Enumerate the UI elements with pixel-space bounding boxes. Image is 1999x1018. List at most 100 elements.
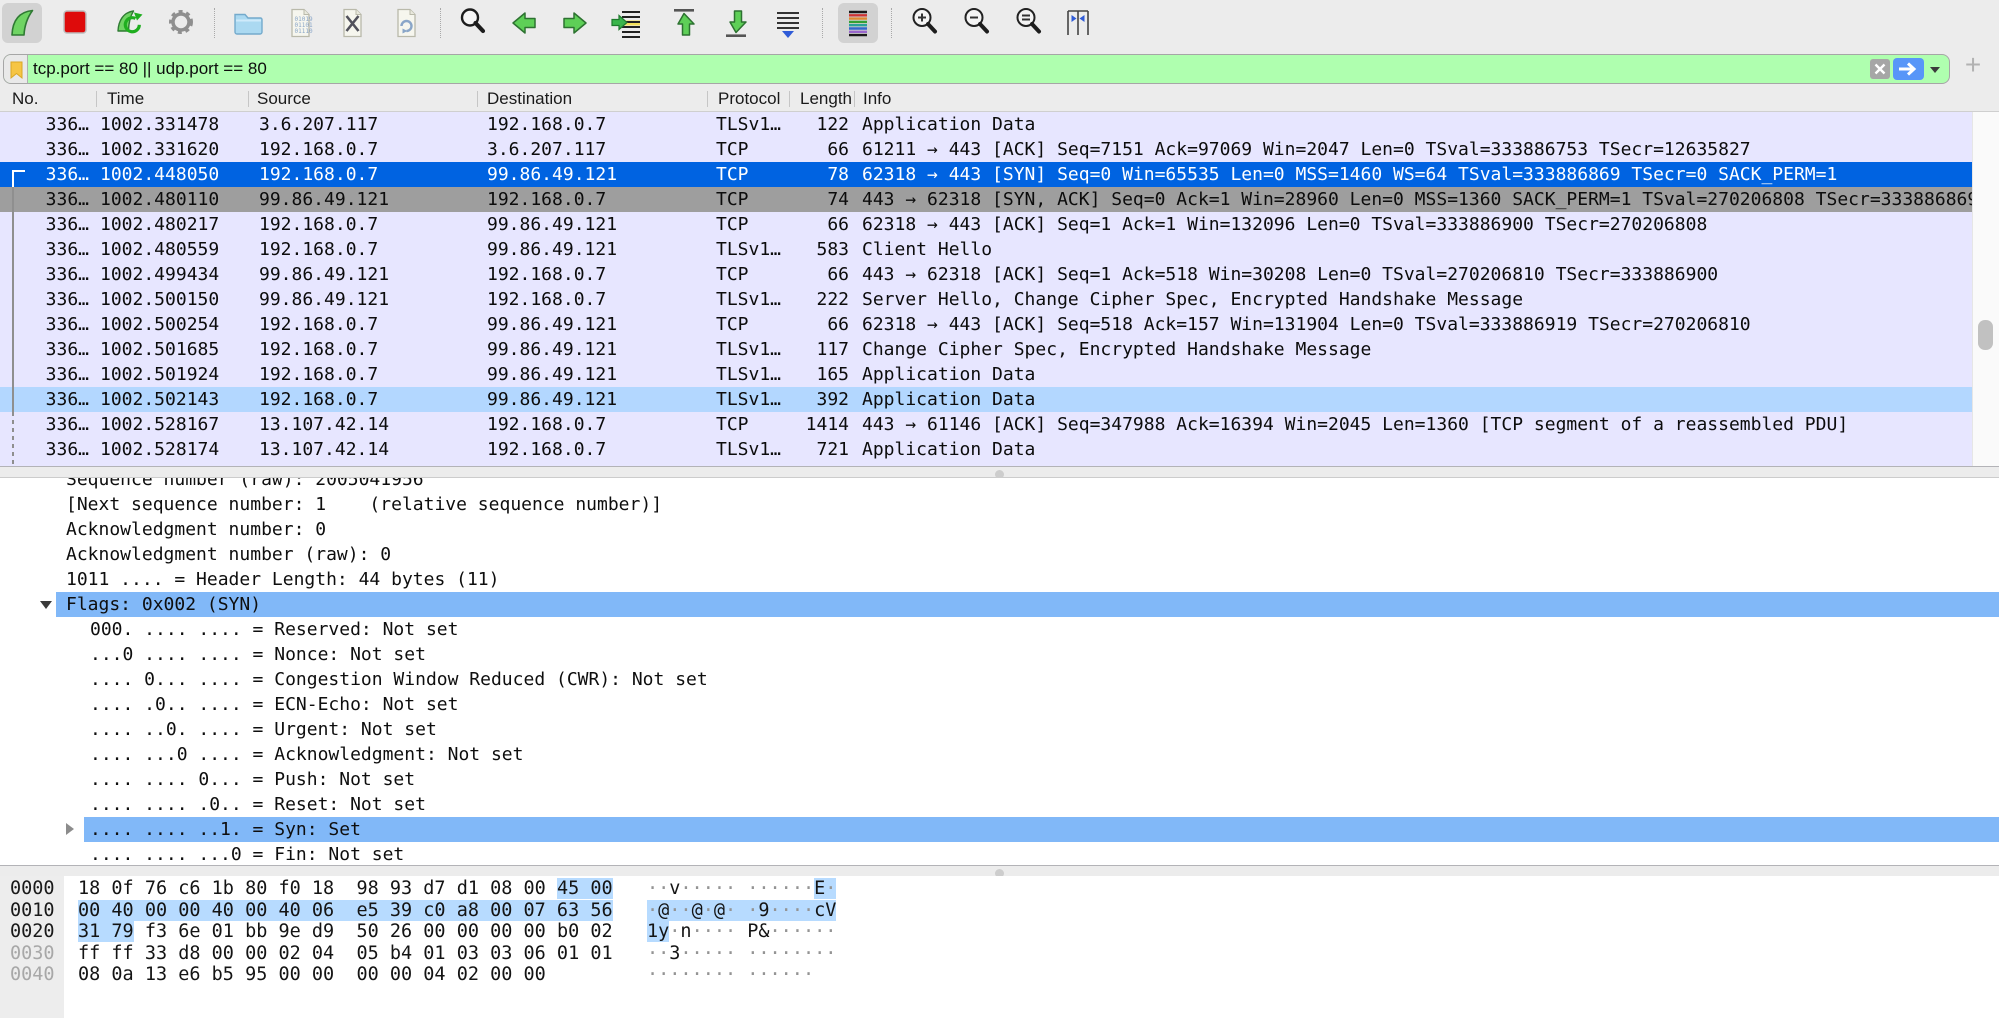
open-file-button[interactable] [228,3,268,43]
collapse-arrow-icon[interactable] [66,823,74,835]
packet-row[interactable]: 336…1002.480217192.168.0.799.86.49.121TC… [0,212,1972,237]
detail-line[interactable]: ...0 .... .... = Nonce: Not set [0,642,1999,667]
detail-line[interactable]: Sequence number (raw): 2005041956 [0,478,1999,492]
packet-row[interactable]: 336…1002.52816713.107.42.14192.168.0.7TC… [0,412,1972,437]
start-capture-button[interactable] [2,3,42,43]
hex-offset: 0040 [10,964,55,986]
detail-text: .... 0... .... = Congestion Window Reduc… [90,667,1999,692]
column-header-source[interactable]: Source [249,87,478,111]
detail-text: Flags: 0x002 (SYN) [66,592,1999,617]
cell-len: 721 [790,437,855,462]
hex-row[interactable]: 004008 0a 13 e6 b5 95 00 00 00 00 04 02 … [0,964,1999,986]
detail-line[interactable]: .... 0... .... = Congestion Window Reduc… [0,667,1999,692]
zoom-out-button[interactable] [957,3,997,43]
packet-row[interactable]: 336…1002.500254192.168.0.799.86.49.121TC… [0,312,1972,337]
detail-text: ...0 .... .... = Nonce: Not set [90,642,1999,667]
pane-splitter-top[interactable] [0,466,1999,478]
column-header-no[interactable]: No. [0,87,97,111]
packet-row[interactable]: 336…1002.331620192.168.0.73.6.207.117TCP… [0,137,1972,162]
detail-line[interactable]: Acknowledgment number (raw): 0 [0,542,1999,567]
packet-row[interactable]: 336…1002.48011099.86.49.121192.168.0.7TC… [0,187,1972,212]
cell-time: 1002.448050 [97,162,249,187]
display-filter-input[interactable]: tcp.port == 80 || udp.port == 80 [3,54,1950,84]
packet-row[interactable]: 336…1002.52817413.107.42.14192.168.0.7TL… [0,437,1972,462]
detail-line[interactable]: 1011 .... = Header Length: 44 bytes (11) [0,567,1999,592]
detail-line[interactable]: Acknowledgment number: 0 [0,517,1999,542]
cell-proto: TLSv1… [708,437,790,462]
hex-row[interactable]: 0030ff ff 33 d8 00 00 02 04 05 b4 01 03 … [0,943,1999,965]
cell-src: 192.168.0.7 [249,212,478,237]
cell-info: Application Data [855,112,1972,137]
cell-no: 336… [0,387,97,412]
column-header-time[interactable]: Time [97,87,249,111]
packet-row[interactable]: 336…1002.50015099.86.49.121192.168.0.7TL… [0,287,1972,312]
packet-row[interactable]: 336…1002.448050192.168.0.799.86.49.121TC… [0,162,1972,187]
detail-line[interactable]: .... ..0. .... = Urgent: Not set [0,717,1999,742]
cell-proto: TCP [708,262,790,287]
detail-line[interactable]: Flags: 0x002 (SYN) [0,592,1999,617]
resize-columns-button[interactable] [1058,3,1098,43]
column-header-length[interactable]: Length [790,87,855,111]
stop-capture-button[interactable] [55,3,95,43]
capture-options-button[interactable] [161,3,201,43]
detail-line[interactable]: .... .... .0.. = Reset: Not set [0,792,1999,817]
cell-proto: TLSv1… [708,112,790,137]
cell-dst: 192.168.0.7 [478,412,708,437]
expand-arrow-icon[interactable] [40,601,52,609]
conversation-indicator-line [12,187,14,412]
first-packet-button[interactable] [664,3,704,43]
packet-list-scrollbar[interactable] [1972,112,1999,466]
filter-bookmark-button[interactable] [4,55,28,83]
toolbar-separator [891,8,892,38]
detail-line[interactable]: .... .... ..1. = Syn: Set [0,817,1999,842]
find-packet-button[interactable] [453,3,493,43]
column-header-info[interactable]: Info [855,87,1999,111]
save-file-button[interactable]: 010190110101110 [280,3,320,43]
next-packet-button[interactable] [555,3,595,43]
hex-row[interactable]: 001000 40 00 00 40 00 40 06 e5 39 c0 a8 … [0,900,1999,922]
detail-line[interactable]: .... .... ...0 = Fin: Not set [0,842,1999,865]
detail-line[interactable]: [Next sequence number: 1 (relative seque… [0,492,1999,517]
column-header-protocol[interactable]: Protocol [708,87,790,111]
colorize-button[interactable] [838,3,878,43]
column-header-destination[interactable]: Destination [478,87,708,111]
dropdown-caret-icon[interactable] [1930,67,1940,73]
zoom-in-button[interactable] [905,3,945,43]
packet-row[interactable]: 336…1002.501685192.168.0.799.86.49.121TL… [0,337,1972,362]
packet-row[interactable]: 336…1002.3314783.6.207.117192.168.0.7TLS… [0,112,1972,137]
cell-proto: TLSv1… [708,362,790,387]
detail-line[interactable]: 000. .... .... = Reserved: Not set [0,617,1999,642]
packet-row[interactable]: 336…1002.502143192.168.0.799.86.49.121TL… [0,387,1972,412]
cell-src: 192.168.0.7 [249,237,478,262]
last-packet-button[interactable] [716,3,756,43]
cell-dst: 99.86.49.121 [478,162,708,187]
close-file-button[interactable] [332,3,372,43]
detail-line[interactable]: .... ...0 .... = Acknowledgment: Not set [0,742,1999,767]
hex-row[interactable]: 002031 79 f3 6e 01 bb 9e d9 50 26 00 00 … [0,921,1999,943]
cell-info: Server Hello, Change Cipher Spec, Encryp… [855,287,1972,312]
cell-time: 1002.500254 [97,312,249,337]
reload-file-button[interactable] [386,3,426,43]
packet-row[interactable]: 336…1002.501924192.168.0.799.86.49.121TL… [0,362,1972,387]
packet-row[interactable]: 336…1002.480559192.168.0.799.86.49.121TL… [0,237,1972,262]
filter-clear-button[interactable] [1870,59,1890,79]
clear-x-icon [1870,59,1890,79]
restart-capture-button[interactable] [108,3,148,43]
auto-scroll-button[interactable] [768,3,808,43]
hex-row[interactable]: 000018 0f 76 c6 1b 80 f0 18 98 93 d7 d1 … [0,878,1999,900]
add-filter-button[interactable]: + [1958,48,1988,82]
cell-dst: 192.168.0.7 [478,437,708,462]
cell-dst: 192.168.0.7 [478,287,708,312]
hex-bytes: 18 0f 76 c6 1b 80 f0 18 98 93 d7 d1 08 0… [78,878,613,900]
detail-line[interactable]: .... .... 0... = Push: Not set [0,767,1999,792]
previous-packet-button[interactable] [504,3,544,43]
filter-expression-text[interactable]: tcp.port == 80 || udp.port == 80 [33,55,267,83]
hex-ascii: ··3····· ········ [647,943,836,965]
go-to-packet-button[interactable] [607,3,647,43]
filter-apply-button[interactable] [1893,58,1924,80]
detail-line[interactable]: .... .0.. .... = ECN-Echo: Not set [0,692,1999,717]
packet-row[interactable]: 336…1002.49943499.86.49.121192.168.0.7TC… [0,262,1972,287]
main-toolbar: 010190110101110 [0,0,1999,46]
scrollbar-thumb[interactable] [1978,320,1993,350]
zoom-original-button[interactable] [1009,3,1049,43]
